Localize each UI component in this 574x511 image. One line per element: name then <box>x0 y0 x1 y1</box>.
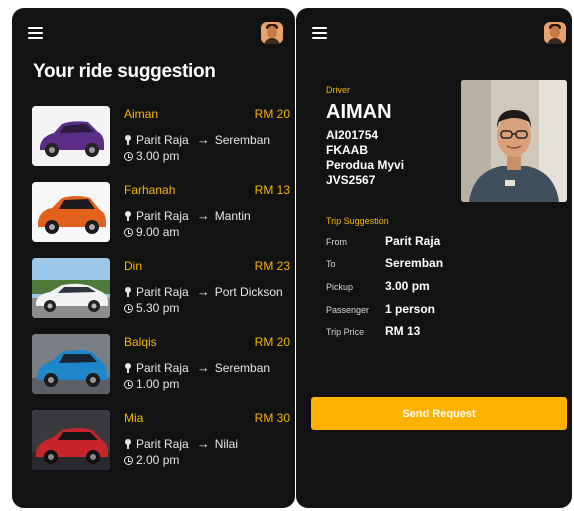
avatar[interactable] <box>544 22 566 44</box>
arrow-right-icon: → <box>196 284 210 299</box>
ride-time: 5.30 pm <box>124 301 179 315</box>
route-to: Nilai <box>214 436 239 451</box>
route-from: Parit Raja <box>136 132 189 147</box>
ride-suggestion-screen: Your ride suggestion Aiman RM 20 Parit R… <box>12 8 295 508</box>
ride-list: Aiman RM 20 Parit Raja → Seremban 3.00 p… <box>32 106 290 486</box>
trip-row-price: Trip Price RM 13 <box>326 324 566 340</box>
driver-faculty: FKAAB <box>326 143 368 157</box>
pin-icon <box>124 438 132 449</box>
ride-item-balqis[interactable]: Balqis RM 20 Parit Raja → Seremban 1.00 … <box>32 334 290 410</box>
driver-details: AI201754 FKAAB Perodua Myvi JVS2567 <box>326 128 404 188</box>
pin-icon <box>124 362 132 373</box>
ride-item-din[interactable]: Din RM 23 Parit Raja → Port Dickson 5.30… <box>32 258 290 334</box>
driver-name: Din <box>124 259 143 273</box>
page-title: Your ride suggestion <box>33 61 216 82</box>
route-from: Parit Raja <box>136 208 189 223</box>
arrow-right-icon: → <box>196 436 210 451</box>
trip-key: Trip Price <box>326 327 365 337</box>
trip-key: From <box>326 237 347 247</box>
ride-route: Parit Raja → Nilai <box>124 436 238 451</box>
trip-key: Passenger <box>326 305 370 315</box>
pin-icon <box>124 210 132 221</box>
trip-key: To <box>326 259 336 269</box>
trip-suggestion-label: Trip Suggestion <box>326 216 389 226</box>
clock-icon <box>124 227 133 237</box>
route-to: Seremban <box>214 132 271 147</box>
ride-route: Parit Raja → Mantin <box>124 208 251 223</box>
driver-name: Farhanah <box>124 183 176 197</box>
ride-price: RM 30 <box>254 411 290 425</box>
car-image <box>32 410 110 470</box>
trip-row-pickup: Pickup 3.00 pm <box>326 279 566 295</box>
ride-route: Parit Raja → Seremban <box>124 360 270 375</box>
pickup-time: 3.00 pm <box>136 149 180 163</box>
driver-label: Driver <box>326 85 350 95</box>
route-from: Parit Raja <box>136 360 189 375</box>
driver-name: Mia <box>124 411 144 425</box>
trip-value: RM 13 <box>385 324 421 338</box>
pin-icon <box>124 134 132 145</box>
send-request-button[interactable]: Send Request <box>311 397 567 430</box>
trip-row-passenger: Passenger 1 person <box>326 302 566 318</box>
pin-icon <box>124 286 132 297</box>
pickup-time: 1.00 pm <box>136 377 180 391</box>
arrow-right-icon: → <box>196 132 210 147</box>
ride-time: 3.00 pm <box>124 149 179 163</box>
ride-time: 9.00 am <box>124 225 179 239</box>
pickup-time: 9.00 am <box>136 225 180 239</box>
clock-icon <box>124 151 133 161</box>
driver-detail-screen: Driver AIMAN AI201754 FKAAB Perodua Myvi… <box>296 8 572 508</box>
trip-key: Pickup <box>326 282 354 292</box>
car-image <box>32 106 110 166</box>
car-image <box>32 182 110 242</box>
clock-icon <box>124 379 133 389</box>
car-image <box>32 334 110 394</box>
driver-id: AI201754 <box>326 128 379 142</box>
route-from: Parit Raja <box>136 436 189 451</box>
ride-route: Parit Raja → Seremban <box>124 132 270 147</box>
driver-name: Aiman <box>124 107 159 121</box>
ride-route: Parit Raja → Port Dickson <box>124 284 283 299</box>
route-from: Parit Raja <box>136 284 189 299</box>
ride-time: 1.00 pm <box>124 377 179 391</box>
ride-item-farhanah[interactable]: Farhanah RM 13 Parit Raja → Mantin 9.00 … <box>32 182 290 258</box>
plate-number: JVS2567 <box>326 173 376 187</box>
trip-row-from: From Parit Raja <box>326 234 566 250</box>
ride-price: RM 20 <box>254 107 290 121</box>
trip-row-to: To Seremban <box>326 256 566 272</box>
pickup-time: 5.30 pm <box>136 301 180 315</box>
route-to: Mantin <box>214 208 251 223</box>
clock-icon <box>124 455 133 465</box>
trip-value: 1 person <box>385 302 436 316</box>
car-image <box>32 258 110 318</box>
avatar[interactable] <box>261 22 283 44</box>
ride-item-mia[interactable]: Mia RM 30 Parit Raja → Nilai 2.00 pm <box>32 410 290 486</box>
trip-value: Parit Raja <box>385 234 441 248</box>
menu-icon[interactable] <box>312 27 327 39</box>
clock-icon <box>124 303 133 313</box>
ride-price: RM 23 <box>254 259 290 273</box>
driver-name: Balqis <box>124 335 157 349</box>
route-to: Port Dickson <box>214 284 283 299</box>
ride-price: RM 20 <box>254 335 290 349</box>
ride-item-aiman[interactable]: Aiman RM 20 Parit Raja → Seremban 3.00 p… <box>32 106 290 182</box>
ride-time: 2.00 pm <box>124 453 179 467</box>
car-model: Perodua Myvi <box>326 158 405 172</box>
route-to: Seremban <box>214 360 271 375</box>
driver-name-heading: AIMAN <box>326 101 392 123</box>
driver-photo <box>461 80 567 202</box>
arrow-right-icon: → <box>196 360 210 375</box>
trip-value: Seremban <box>385 256 444 270</box>
arrow-right-icon: → <box>196 208 210 223</box>
ride-price: RM 13 <box>254 183 290 197</box>
menu-icon[interactable] <box>28 27 43 39</box>
pickup-time: 2.00 pm <box>136 453 180 467</box>
trip-value: 3.00 pm <box>385 279 430 293</box>
